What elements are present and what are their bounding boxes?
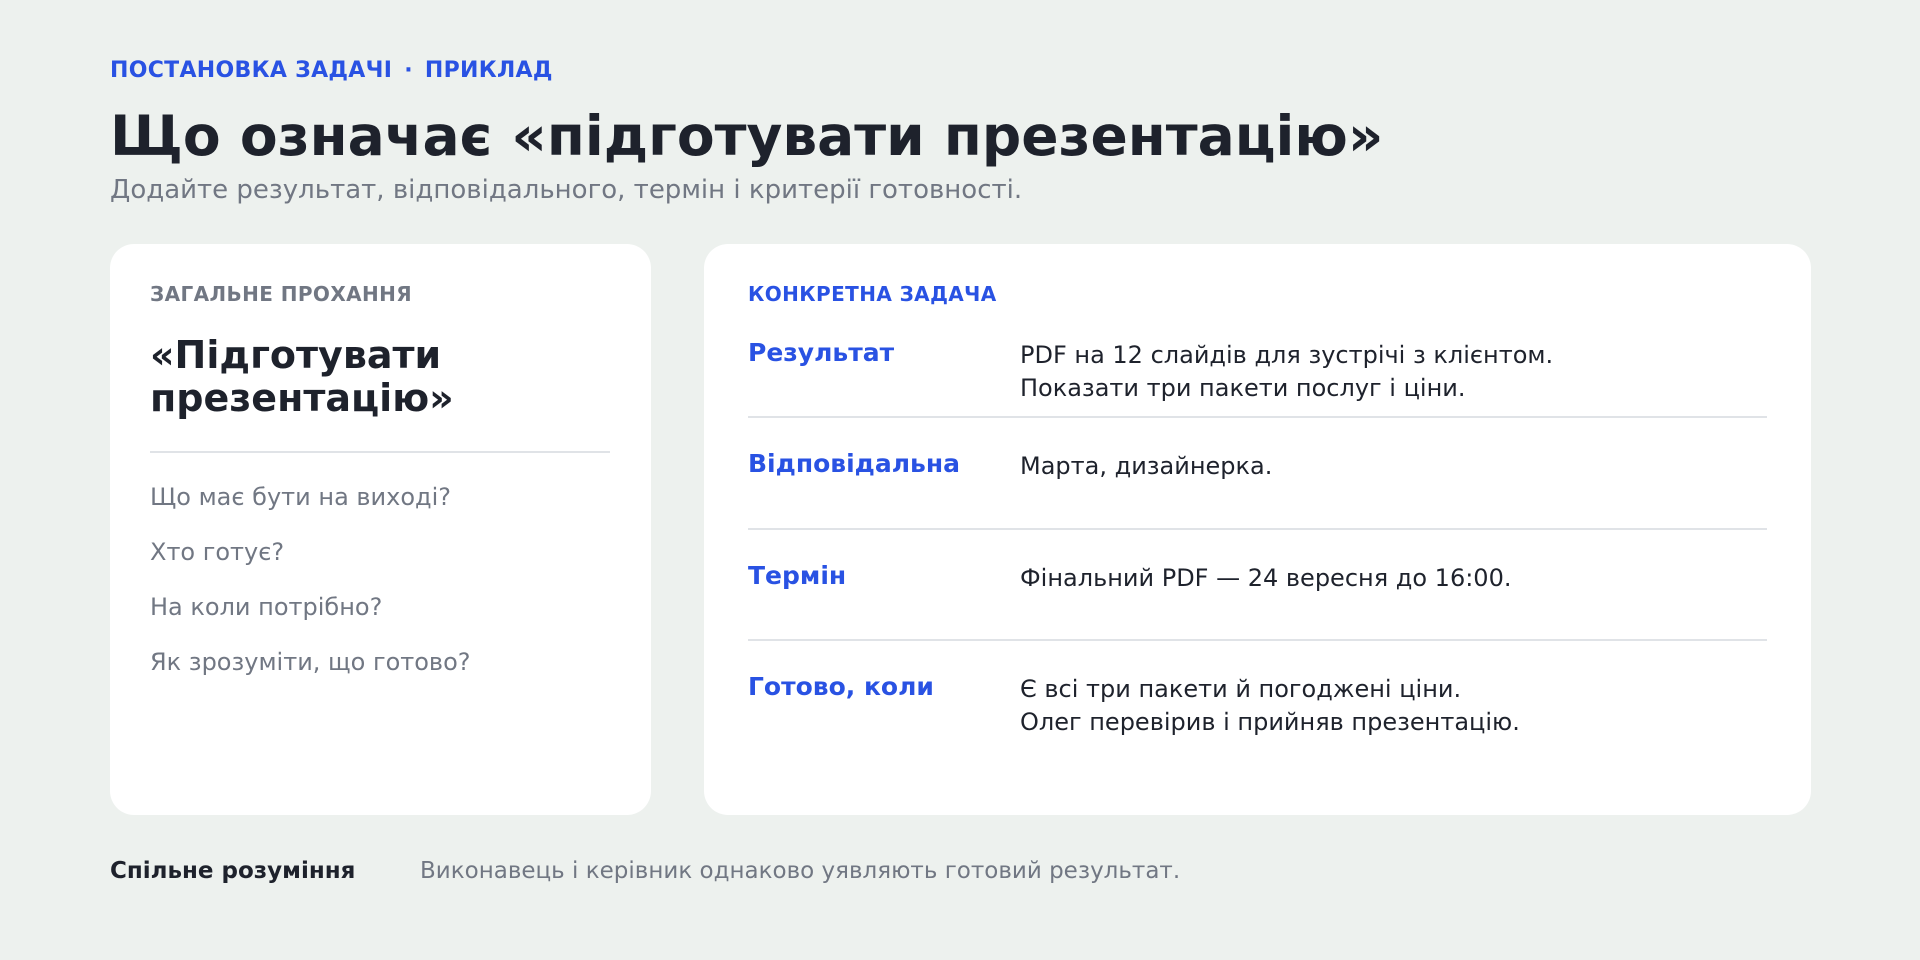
general-request-card: ЗАГАЛЬНЕ ПРОХАННЯ «Підготувати презентац…: [110, 244, 651, 815]
task-row-key: Результат: [748, 338, 895, 367]
specific-task-label: КОНКРЕТНА ЗАДАЧА: [748, 282, 997, 306]
row-divider: [748, 416, 1767, 418]
value-line: Показати три пакети послуг і ціни.: [1020, 374, 1466, 402]
task-row-value: PDF на 12 слайдів для зустрічі з клієнто…: [1020, 339, 1553, 405]
value-line: Є всі три пакети й погоджені ціни.: [1020, 675, 1462, 703]
task-row-value: Марта, дизайнерка.: [1020, 450, 1272, 483]
value-line: Марта, дизайнерка.: [1020, 452, 1273, 480]
eyebrow-separator: ·: [404, 58, 413, 83]
value-line: Фінальний PDF — 24 вересня до 16:00.: [1020, 564, 1512, 592]
eyebrow: ПОСТАНОВКА ЗАДАЧІ · ПРИКЛАД: [110, 58, 553, 83]
specific-task-card: КОНКРЕТНА ЗАДАЧА Результат PDF на 12 сла…: [704, 244, 1811, 815]
row-divider: [748, 639, 1767, 641]
question-list: Що має бути на виході? Хто готує? На кол…: [150, 482, 471, 702]
question-item-owner: Хто готує?: [150, 538, 285, 566]
task-row-value: Є всі три пакети й погоджені ціни. Олег …: [1020, 673, 1520, 739]
footer-value: Виконавець і керівник однаково уявляють …: [420, 858, 1181, 884]
question-item-output: Що має бути на виході?: [150, 483, 452, 511]
footer-key: Спільне розуміння: [110, 858, 356, 884]
general-request-label: ЗАГАЛЬНЕ ПРОХАННЯ: [150, 282, 413, 306]
task-row-key: Готово, коли: [748, 672, 934, 701]
task-row-key: Термін: [748, 561, 847, 590]
general-request-quote: «Підготувати презентацію»: [150, 334, 610, 420]
question-item-done: Як зрозуміти, що готово?: [150, 648, 471, 676]
task-row-key: Відповідальна: [748, 449, 960, 478]
quote-line-2: презентацію»: [150, 376, 454, 420]
value-line: PDF на 12 слайдів для зустрічі з клієнто…: [1020, 341, 1554, 369]
value-line: Олег перевірив і прийняв презентацію.: [1020, 708, 1520, 736]
general-divider: [150, 451, 610, 453]
task-row-value: Фінальний PDF — 24 вересня до 16:00.: [1020, 562, 1511, 595]
question-item-deadline: На коли потрібно?: [150, 593, 383, 621]
page-subtitle: Додайте результат, відповідального, терм…: [110, 175, 1023, 205]
eyebrow-example: ПРИКЛАД: [424, 58, 553, 83]
quote-line-1: «Підготувати: [150, 333, 442, 377]
page-title: Що означає «підготувати презентацію»: [110, 104, 1384, 168]
eyebrow-section: ПОСТАНОВКА ЗАДАЧІ: [110, 58, 393, 83]
row-divider: [748, 528, 1767, 530]
